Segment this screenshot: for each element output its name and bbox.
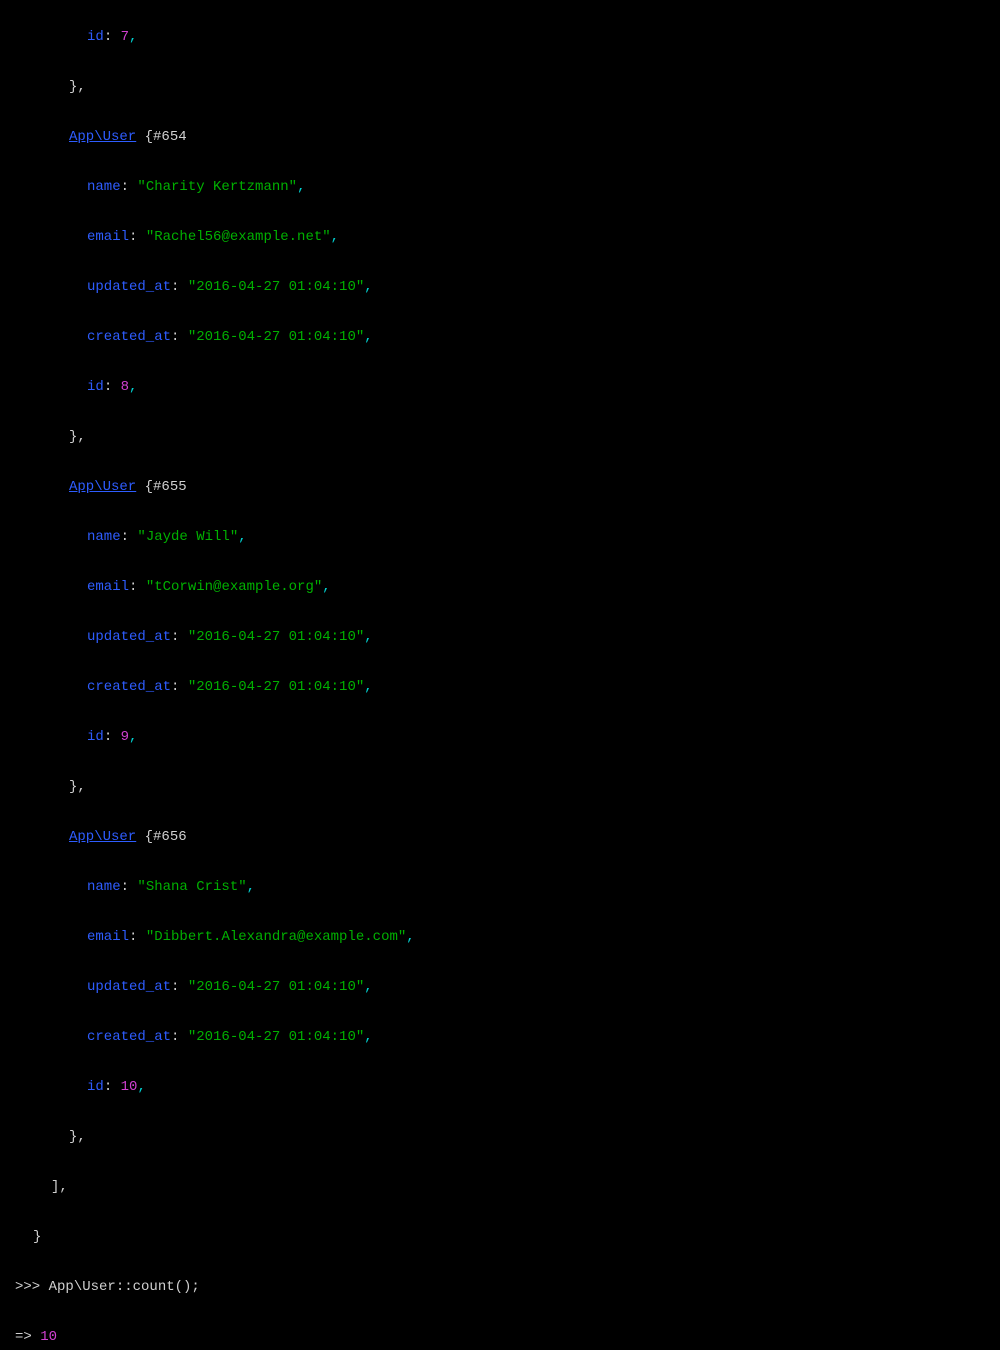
field-created: created_at bbox=[87, 329, 171, 345]
field-email: email bbox=[87, 929, 129, 945]
field-name: name bbox=[87, 179, 121, 195]
colon: : bbox=[129, 579, 146, 595]
obj-id: #654 bbox=[153, 129, 187, 145]
field-updated: updated_at bbox=[87, 979, 171, 995]
comma: , bbox=[364, 279, 372, 295]
field-id: id bbox=[87, 729, 104, 745]
colon: : bbox=[171, 979, 188, 995]
name-val: "Jayde Will" bbox=[137, 529, 238, 545]
colon: : bbox=[104, 1079, 121, 1095]
colon: : bbox=[121, 529, 138, 545]
comma: , bbox=[129, 729, 137, 745]
close-bracket: ], bbox=[51, 1179, 68, 1195]
obj-open: { bbox=[145, 129, 153, 145]
colon: : bbox=[171, 329, 188, 345]
id-value: 9 bbox=[121, 729, 129, 745]
created-val: "2016-04-27 01:04:10" bbox=[188, 329, 364, 345]
field-id: id bbox=[87, 379, 104, 395]
created-val: "2016-04-27 01:04:10" bbox=[188, 1029, 364, 1045]
email-val: "Dibbert.Alexandra@example.com" bbox=[146, 929, 406, 945]
comma: , bbox=[129, 379, 137, 395]
field-updated: updated_at bbox=[87, 279, 171, 295]
field-email: email bbox=[87, 579, 129, 595]
field-id: id bbox=[87, 29, 104, 45]
prompt: >>> bbox=[15, 1279, 49, 1295]
close-brace: }, bbox=[69, 1129, 86, 1145]
field-id: id bbox=[87, 1079, 104, 1095]
id-value: 10 bbox=[121, 1079, 138, 1095]
close-brace: }, bbox=[69, 429, 86, 445]
comma: , bbox=[364, 679, 372, 695]
colon: : bbox=[171, 279, 188, 295]
field-created: created_at bbox=[87, 679, 171, 695]
obj-id: #655 bbox=[153, 479, 187, 495]
result-arrow: => bbox=[15, 1329, 40, 1345]
comma: , bbox=[297, 179, 305, 195]
colon: : bbox=[121, 179, 138, 195]
email-val: "tCorwin@example.org" bbox=[146, 579, 322, 595]
id-value: 8 bbox=[121, 379, 129, 395]
comma: , bbox=[364, 629, 372, 645]
close-brace: }, bbox=[69, 79, 86, 95]
field-email: email bbox=[87, 229, 129, 245]
colon: : bbox=[104, 379, 121, 395]
created-val: "2016-04-27 01:04:10" bbox=[188, 679, 364, 695]
colon: : bbox=[104, 729, 121, 745]
colon: : bbox=[171, 1029, 188, 1045]
email-val: "Rachel56@example.net" bbox=[146, 229, 331, 245]
comma: , bbox=[238, 529, 246, 545]
class-name: App\User bbox=[69, 129, 136, 145]
obj-open: { bbox=[145, 479, 153, 495]
class-name: App\User bbox=[69, 479, 136, 495]
comma: , bbox=[137, 1079, 145, 1095]
comma: , bbox=[129, 29, 137, 45]
comma: , bbox=[331, 229, 339, 245]
comma: , bbox=[364, 979, 372, 995]
colon: : bbox=[129, 229, 146, 245]
updated-val: "2016-04-27 01:04:10" bbox=[188, 279, 364, 295]
colon: : bbox=[121, 879, 138, 895]
colon: : bbox=[171, 679, 188, 695]
comma: , bbox=[322, 579, 330, 595]
colon: : bbox=[129, 929, 146, 945]
name-val: "Shana Crist" bbox=[137, 879, 246, 895]
field-name: name bbox=[87, 529, 121, 545]
colon: : bbox=[104, 29, 121, 45]
close-brace: }, bbox=[69, 779, 86, 795]
obj-open: { bbox=[145, 829, 153, 845]
field-created: created_at bbox=[87, 1029, 171, 1045]
field-updated: updated_at bbox=[87, 629, 171, 645]
comma: , bbox=[406, 929, 414, 945]
terminal-output[interactable]: id: 7, }, App\User {#654 name: "Charity … bbox=[0, 0, 1000, 1350]
class-name: App\User bbox=[69, 829, 136, 845]
obj-id: #656 bbox=[153, 829, 187, 845]
field-name: name bbox=[87, 879, 121, 895]
updated-val: "2016-04-27 01:04:10" bbox=[188, 629, 364, 645]
id-value: 7 bbox=[121, 29, 129, 45]
comma: , bbox=[247, 879, 255, 895]
updated-val: "2016-04-27 01:04:10" bbox=[188, 979, 364, 995]
comma: , bbox=[364, 1029, 372, 1045]
command-input[interactable]: App\User::count(); bbox=[49, 1279, 200, 1295]
result-value: 10 bbox=[40, 1329, 57, 1345]
colon: : bbox=[171, 629, 188, 645]
name-val: "Charity Kertzmann" bbox=[137, 179, 297, 195]
comma: , bbox=[364, 329, 372, 345]
close-brace: } bbox=[33, 1229, 41, 1245]
